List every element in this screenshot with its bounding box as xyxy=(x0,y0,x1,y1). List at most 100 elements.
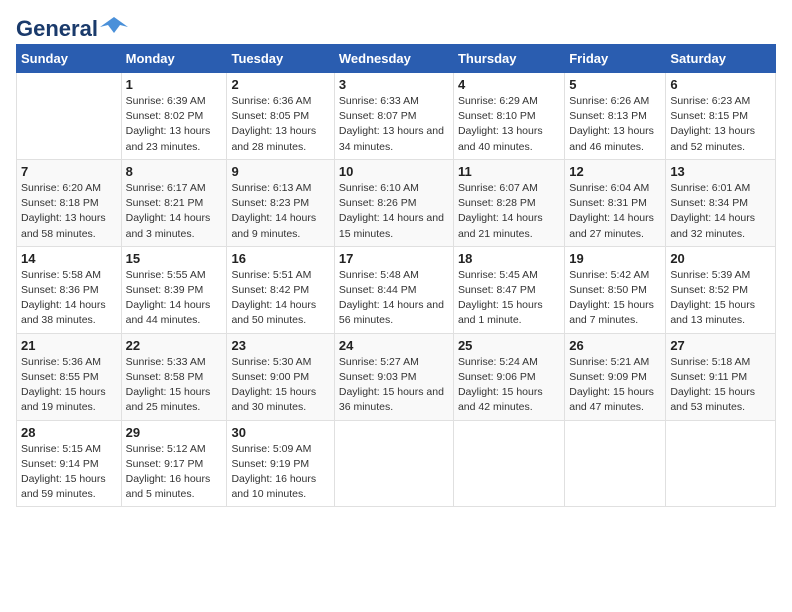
day-info: Sunrise: 6:33 AMSunset: 8:07 PMDaylight:… xyxy=(339,94,449,155)
day-cell: 28 Sunrise: 5:15 AMSunset: 9:14 PMDayligh… xyxy=(17,420,122,507)
day-number: 13 xyxy=(670,164,771,179)
weekday-header-friday: Friday xyxy=(565,45,666,73)
week-row-5: 28 Sunrise: 5:15 AMSunset: 9:14 PMDayligh… xyxy=(17,420,776,507)
day-cell: 12 Sunrise: 6:04 AMSunset: 8:31 PMDayligh… xyxy=(565,159,666,246)
day-info: Sunrise: 6:01 AMSunset: 8:34 PMDaylight:… xyxy=(670,181,771,242)
day-cell: 10Sunrise: 6:10 AMSunset: 8:26 PMDayligh… xyxy=(334,159,453,246)
day-cell xyxy=(565,420,666,507)
week-row-3: 14 Sunrise: 5:58 AMSunset: 8:36 PMDayligh… xyxy=(17,246,776,333)
day-info: Sunrise: 5:48 AMSunset: 8:44 PMDaylight:… xyxy=(339,268,449,329)
weekday-header-sunday: Sunday xyxy=(17,45,122,73)
day-cell: 30Sunrise: 5:09 AMSunset: 9:19 PMDayligh… xyxy=(227,420,334,507)
day-cell: 27 Sunrise: 5:18 AMSunset: 9:11 PMDayligh… xyxy=(666,333,776,420)
day-number: 27 xyxy=(670,338,771,353)
day-number: 21 xyxy=(21,338,117,353)
day-number: 8 xyxy=(126,164,223,179)
day-info: Sunrise: 5:24 AMSunset: 9:06 PMDaylight:… xyxy=(458,355,560,416)
day-cell: 11 Sunrise: 6:07 AMSunset: 8:28 PMDayligh… xyxy=(453,159,564,246)
weekday-header-wednesday: Wednesday xyxy=(334,45,453,73)
week-row-1: 1 Sunrise: 6:39 AMSunset: 8:02 PMDaylight… xyxy=(17,73,776,160)
logo: General xyxy=(16,16,128,36)
day-info: Sunrise: 6:04 AMSunset: 8:31 PMDaylight:… xyxy=(569,181,661,242)
day-cell: 8 Sunrise: 6:17 AMSunset: 8:21 PMDaylight… xyxy=(121,159,227,246)
day-cell: 24 Sunrise: 5:27 AMSunset: 9:03 PMDayligh… xyxy=(334,333,453,420)
weekday-header-saturday: Saturday xyxy=(666,45,776,73)
day-info: Sunrise: 6:10 AMSunset: 8:26 PMDaylight:… xyxy=(339,181,449,242)
day-cell: 19 Sunrise: 5:42 AMSunset: 8:50 PMDayligh… xyxy=(565,246,666,333)
day-info: Sunrise: 5:39 AMSunset: 8:52 PMDaylight:… xyxy=(670,268,771,329)
logo-bird-icon xyxy=(100,13,128,41)
day-number: 3 xyxy=(339,77,449,92)
day-cell: 22 Sunrise: 5:33 AMSunset: 8:58 PMDayligh… xyxy=(121,333,227,420)
day-cell: 13 Sunrise: 6:01 AMSunset: 8:34 PMDayligh… xyxy=(666,159,776,246)
day-number: 25 xyxy=(458,338,560,353)
day-cell: 2Sunrise: 6:36 AMSunset: 8:05 PMDaylight… xyxy=(227,73,334,160)
day-info: Sunrise: 6:23 AMSunset: 8:15 PMDaylight:… xyxy=(670,94,771,155)
day-info: Sunrise: 6:26 AMSunset: 8:13 PMDaylight:… xyxy=(569,94,661,155)
day-cell xyxy=(334,420,453,507)
day-cell xyxy=(666,420,776,507)
day-info: Sunrise: 6:36 AMSunset: 8:05 PMDaylight:… xyxy=(231,94,329,155)
day-number: 18 xyxy=(458,251,560,266)
day-cell: 4 Sunrise: 6:29 AMSunset: 8:10 PMDaylight… xyxy=(453,73,564,160)
day-info: Sunrise: 6:17 AMSunset: 8:21 PMDaylight:… xyxy=(126,181,223,242)
day-info: Sunrise: 6:20 AMSunset: 8:18 PMDaylight:… xyxy=(21,181,117,242)
day-info: Sunrise: 5:33 AMSunset: 8:58 PMDaylight:… xyxy=(126,355,223,416)
week-row-4: 21 Sunrise: 5:36 AMSunset: 8:55 PMDayligh… xyxy=(17,333,776,420)
weekday-header-monday: Monday xyxy=(121,45,227,73)
day-number: 22 xyxy=(126,338,223,353)
day-number: 24 xyxy=(339,338,449,353)
day-number: 12 xyxy=(569,164,661,179)
day-info: Sunrise: 5:27 AMSunset: 9:03 PMDaylight:… xyxy=(339,355,449,416)
day-cell: 23Sunrise: 5:30 AMSunset: 9:00 PMDayligh… xyxy=(227,333,334,420)
day-number: 7 xyxy=(21,164,117,179)
day-cell: 20 Sunrise: 5:39 AMSunset: 8:52 PMDayligh… xyxy=(666,246,776,333)
day-number: 20 xyxy=(670,251,771,266)
day-info: Sunrise: 6:07 AMSunset: 8:28 PMDaylight:… xyxy=(458,181,560,242)
day-cell: 25 Sunrise: 5:24 AMSunset: 9:06 PMDayligh… xyxy=(453,333,564,420)
week-row-2: 7 Sunrise: 6:20 AMSunset: 8:18 PMDaylight… xyxy=(17,159,776,246)
day-number: 1 xyxy=(126,77,223,92)
day-number: 4 xyxy=(458,77,560,92)
day-cell: 3 Sunrise: 6:33 AMSunset: 8:07 PMDaylight… xyxy=(334,73,453,160)
day-number: 6 xyxy=(670,77,771,92)
day-cell: 26 Sunrise: 5:21 AMSunset: 9:09 PMDayligh… xyxy=(565,333,666,420)
day-number: 15 xyxy=(126,251,223,266)
day-cell: 14 Sunrise: 5:58 AMSunset: 8:36 PMDayligh… xyxy=(17,246,122,333)
day-info: Sunrise: 5:42 AMSunset: 8:50 PMDaylight:… xyxy=(569,268,661,329)
day-number: 17 xyxy=(339,251,449,266)
day-info: Sunrise: 5:18 AMSunset: 9:11 PMDaylight:… xyxy=(670,355,771,416)
day-info: Sunrise: 5:58 AMSunset: 8:36 PMDaylight:… xyxy=(21,268,117,329)
weekday-header-tuesday: Tuesday xyxy=(227,45,334,73)
day-info: Sunrise: 6:13 AMSunset: 8:23 PMDaylight:… xyxy=(231,181,329,242)
day-info: Sunrise: 5:12 AMSunset: 9:17 PMDaylight:… xyxy=(126,442,223,503)
day-cell: 5Sunrise: 6:26 AMSunset: 8:13 PMDaylight… xyxy=(565,73,666,160)
day-info: Sunrise: 5:45 AMSunset: 8:47 PMDaylight:… xyxy=(458,268,560,329)
day-cell: 17 Sunrise: 5:48 AMSunset: 8:44 PMDayligh… xyxy=(334,246,453,333)
day-info: Sunrise: 5:30 AMSunset: 9:00 PMDaylight:… xyxy=(231,355,329,416)
weekday-header-row: SundayMondayTuesdayWednesdayThursdayFrid… xyxy=(17,45,776,73)
day-cell: 6 Sunrise: 6:23 AMSunset: 8:15 PMDaylight… xyxy=(666,73,776,160)
day-number: 29 xyxy=(126,425,223,440)
day-number: 26 xyxy=(569,338,661,353)
day-info: Sunrise: 6:39 AMSunset: 8:02 PMDaylight:… xyxy=(126,94,223,155)
day-cell: 16Sunrise: 5:51 AMSunset: 8:42 PMDayligh… xyxy=(227,246,334,333)
day-cell: 21 Sunrise: 5:36 AMSunset: 8:55 PMDayligh… xyxy=(17,333,122,420)
day-number: 19 xyxy=(569,251,661,266)
day-cell: 29 Sunrise: 5:12 AMSunset: 9:17 PMDayligh… xyxy=(121,420,227,507)
day-cell: 15 Sunrise: 5:55 AMSunset: 8:39 PMDayligh… xyxy=(121,246,227,333)
day-number: 30 xyxy=(231,425,329,440)
day-info: Sunrise: 5:36 AMSunset: 8:55 PMDaylight:… xyxy=(21,355,117,416)
day-info: Sunrise: 5:21 AMSunset: 9:09 PMDaylight:… xyxy=(569,355,661,416)
day-number: 14 xyxy=(21,251,117,266)
day-number: 28 xyxy=(21,425,117,440)
day-number: 9 xyxy=(231,164,329,179)
day-cell: 7 Sunrise: 6:20 AMSunset: 8:18 PMDaylight… xyxy=(17,159,122,246)
day-number: 11 xyxy=(458,164,560,179)
day-info: Sunrise: 5:51 AMSunset: 8:42 PMDaylight:… xyxy=(231,268,329,329)
day-cell xyxy=(17,73,122,160)
day-info: Sunrise: 6:29 AMSunset: 8:10 PMDaylight:… xyxy=(458,94,560,155)
header: General xyxy=(16,16,776,36)
day-info: Sunrise: 5:15 AMSunset: 9:14 PMDaylight:… xyxy=(21,442,117,503)
day-info: Sunrise: 5:55 AMSunset: 8:39 PMDaylight:… xyxy=(126,268,223,329)
